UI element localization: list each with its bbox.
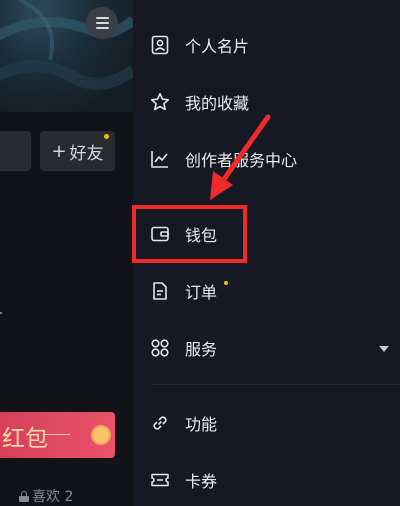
notification-dot (224, 281, 228, 285)
menu-item-favorites[interactable]: 我的收藏 (133, 82, 400, 122)
ticket-icon (149, 469, 171, 491)
menu-item-label: 功能 (185, 415, 218, 434)
menu-icon[interactable] (86, 7, 118, 39)
menu-item-orders[interactable]: 订单 (133, 271, 400, 311)
coin-icon (91, 425, 111, 445)
chevron-down-icon[interactable] (379, 346, 389, 352)
menu-item-features[interactable]: 功能 (133, 403, 400, 443)
grid-services-icon (149, 337, 171, 359)
plus-icon: + (51, 140, 67, 162)
order-document-icon (149, 280, 171, 302)
lock-icon (19, 490, 29, 502)
menu-item-label: 服务 (185, 340, 218, 359)
menu-item-profile-card[interactable]: 个人名片 (133, 25, 400, 65)
edit-profile-button[interactable] (0, 131, 31, 171)
menu-item-label: 创作者服务中心 (185, 151, 298, 170)
menu-item-label: 个人名片 (185, 37, 250, 56)
menu-item-label: 订单 (185, 283, 218, 302)
red-packet-text: 红包 (2, 426, 48, 452)
divider (151, 384, 400, 385)
menu-item-coupons[interactable]: 卡券 (133, 460, 400, 500)
background-profile-page: + 好友 红包 喜欢 2 (0, 0, 133, 506)
menu-item-label: 卡券 (185, 472, 218, 491)
decorative-line (44, 434, 70, 435)
notification-dot (104, 134, 109, 139)
add-friend-button[interactable]: + 好友 (40, 131, 115, 171)
red-packet-banner[interactable]: 红包 (0, 412, 115, 458)
link-icon (149, 412, 171, 434)
likes-label: 喜欢 2 (32, 489, 74, 505)
menu-item-creator-center[interactable]: 创作者服务中心 (133, 139, 400, 179)
menu-item-label: 我的收藏 (185, 94, 250, 113)
decorative-dot (0, 312, 2, 314)
likes-tab[interactable]: 喜欢 2 (19, 486, 73, 506)
chart-line-icon (149, 148, 171, 170)
menu-item-services[interactable]: 服务 (133, 328, 400, 368)
add-friend-label: 好友 (69, 143, 104, 164)
profile-card-icon (149, 34, 171, 56)
highlight-box (132, 205, 247, 263)
star-icon (149, 91, 171, 113)
